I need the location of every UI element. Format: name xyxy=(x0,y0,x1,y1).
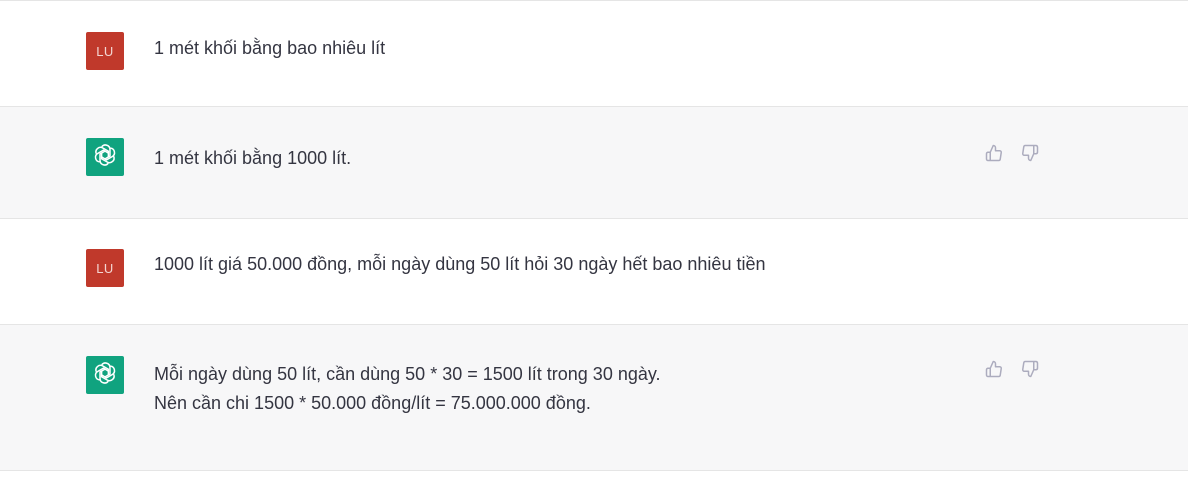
message-text: 1000 lít giá 50.000 đồng, mỗi ngày dùng … xyxy=(154,250,968,279)
openai-logo-icon xyxy=(92,142,118,173)
user-message: LU 1 mét khối bằng bao nhiêu lít xyxy=(0,1,1188,107)
user-avatar: LU xyxy=(86,249,124,287)
thumbs-down-button[interactable] xyxy=(1020,144,1040,167)
user-message: LU 1000 lít giá 50.000 đồng, mỗi ngày dù… xyxy=(0,219,1188,325)
message-text: 1 mét khối bằng 1000 lít. xyxy=(154,144,968,173)
assistant-avatar xyxy=(86,356,124,394)
thumbs-up-button[interactable] xyxy=(984,144,1004,167)
message-line: Mỗi ngày dùng 50 lít, cần dùng 50 * 30 =… xyxy=(154,364,661,384)
feedback-buttons xyxy=(984,360,1040,383)
feedback-buttons xyxy=(984,144,1040,167)
assistant-avatar xyxy=(86,138,124,176)
thumbs-up-icon xyxy=(985,360,1003,383)
user-avatar: LU xyxy=(86,32,124,70)
thumbs-up-button[interactable] xyxy=(984,360,1004,383)
message-text: Mỗi ngày dùng 50 lít, cần dùng 50 * 30 =… xyxy=(154,360,968,418)
conversation-thread: LU 1 mét khối bằng bao nhiêu lít 1 mét k… xyxy=(0,0,1188,480)
thumbs-down-icon xyxy=(1021,360,1039,383)
avatar-initials: LU xyxy=(96,260,114,276)
message-line: Nên cần chi 1500 * 50.000 đồng/lít = 75.… xyxy=(154,393,591,413)
assistant-message: 1 mét khối bằng 1000 lít. xyxy=(0,107,1188,219)
avatar-initials: LU xyxy=(96,43,114,59)
message-text: 1 mét khối bằng bao nhiêu lít xyxy=(154,34,968,63)
message-line: 1000 lít giá 50.000 đồng, mỗi ngày dùng … xyxy=(154,254,766,274)
thumbs-down-button[interactable] xyxy=(1020,360,1040,383)
thumbs-down-icon xyxy=(1021,144,1039,167)
thumbs-up-icon xyxy=(985,144,1003,167)
assistant-message: Mỗi ngày dùng 50 lít, cần dùng 50 * 30 =… xyxy=(0,325,1188,471)
message-line: 1 mét khối bằng bao nhiêu lít xyxy=(154,38,386,58)
message-line: 1 mét khối bằng 1000 lít. xyxy=(154,148,352,168)
openai-logo-icon xyxy=(92,360,118,391)
